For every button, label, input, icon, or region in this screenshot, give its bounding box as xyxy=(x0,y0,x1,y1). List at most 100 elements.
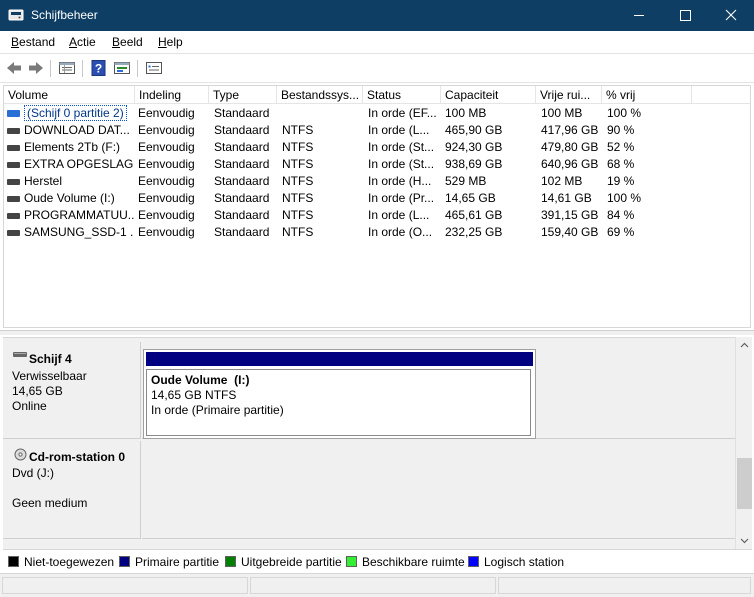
column-header-status[interactable]: Status xyxy=(363,86,441,104)
removable-disk-icon xyxy=(13,352,27,357)
title-bar: Schijfbeheer xyxy=(0,0,754,31)
details-view-icon[interactable] xyxy=(58,59,76,77)
legend-swatch xyxy=(225,556,236,567)
selected-volume-label: (Schijf 0 partitie 2) xyxy=(24,105,127,121)
cell-volume: Elements 2Tb (F:) xyxy=(24,140,121,154)
volume-list: Volume Indeling Type Bestandssys... Stat… xyxy=(3,85,751,328)
menu-bar: Bestand Actie Beeld Help xyxy=(0,31,754,53)
disk-view-scrollbar[interactable] xyxy=(735,337,752,549)
cell-indeling: Eenvoudig xyxy=(138,191,195,205)
table-row[interactable]: Elements 2Tb (F:) Eenvoudig Standaard NTFS I… xyxy=(4,139,750,156)
menu-bestand[interactable]: Bestand xyxy=(11,35,55,49)
partition-status: In orde (Primaire partitie) xyxy=(151,403,284,417)
table-header: Volume Indeling Type Bestandssys... Stat… xyxy=(4,86,750,104)
toolbar-separator xyxy=(50,60,51,77)
cell-capaciteit: 938,69 GB xyxy=(445,157,503,171)
cell-capaciteit: 14,65 GB xyxy=(445,191,496,205)
scroll-down-icon[interactable] xyxy=(736,533,753,549)
menu-help[interactable]: Help xyxy=(158,35,183,49)
table-row[interactable]: PROGRAMMATUU... Eenvoudig Standaard NTFS In … xyxy=(4,207,750,224)
status-segment xyxy=(250,577,496,594)
table-row[interactable]: EXTRA OPGESLAG... Eenvoudig Standaard NTFS I… xyxy=(4,156,750,173)
menu-beeld[interactable]: Beeld xyxy=(112,35,143,49)
pane-splitter[interactable] xyxy=(0,330,754,335)
volume-icon xyxy=(7,128,20,134)
minimize-button[interactable] xyxy=(616,0,662,31)
volume-icon xyxy=(7,179,20,185)
cell-type: Standaard xyxy=(214,208,270,222)
disk-state: Geen medium xyxy=(12,496,88,510)
menu-actie[interactable]: Actie xyxy=(69,35,96,49)
status-segment xyxy=(498,577,751,594)
back-icon[interactable] xyxy=(5,59,23,77)
cell-volume: PROGRAMMATUU... xyxy=(24,208,134,222)
cell-status: In orde (O... xyxy=(368,225,433,239)
cell-filesystem: NTFS xyxy=(282,157,314,171)
cell-type: Standaard xyxy=(214,157,270,171)
window-title: Schijfbeheer xyxy=(31,8,98,22)
graphical-view-icon[interactable] xyxy=(113,59,131,77)
cell-type: Standaard xyxy=(214,191,270,205)
disk-type: Verwisselbaar xyxy=(12,369,87,383)
toolbar-separator xyxy=(137,60,138,77)
disk-name: Schijf 4 xyxy=(29,352,72,366)
cell-vrije-ruimte: 479,80 GB xyxy=(541,140,599,154)
volume-icon xyxy=(7,162,20,168)
cell-indeling: Eenvoudig xyxy=(138,174,195,188)
table-row[interactable]: (Schijf 0 partitie 2) Eenvoudig Standaard I… xyxy=(4,105,750,122)
column-header-vrije-ruimte[interactable]: Vrije rui... xyxy=(536,86,602,104)
close-button[interactable] xyxy=(708,0,754,31)
column-header-bestandssysteem[interactable]: Bestandssys... xyxy=(277,86,363,104)
column-header-pct-vrij[interactable]: % vrij xyxy=(602,86,692,104)
cell-pct-vrij: 19 % xyxy=(607,174,635,188)
partition-size: 14,65 GB NTFS xyxy=(151,388,237,402)
legend-label: Logisch station xyxy=(484,555,565,569)
cell-pct-vrij: 90 % xyxy=(607,123,635,137)
cell-pct-vrij: 100 % xyxy=(607,106,642,120)
maximize-button[interactable] xyxy=(662,0,708,31)
scroll-up-icon[interactable] xyxy=(736,337,753,353)
column-header-volume[interactable]: Volume xyxy=(4,86,135,104)
column-header-capaciteit[interactable]: Capaciteit xyxy=(441,86,536,104)
forward-icon[interactable] xyxy=(27,59,45,77)
legend-swatch xyxy=(8,556,19,567)
disk-type: Dvd (J:) xyxy=(12,466,54,480)
disk-partitions-cdrom-0 xyxy=(142,441,735,539)
table-row[interactable]: DOWNLOAD DAT... Eenvoudig Standaard NTFS In … xyxy=(4,122,750,139)
legend-label: Primaire partitie xyxy=(135,555,220,569)
properties-icon[interactable] xyxy=(145,59,163,77)
cell-status: In orde (Pr... xyxy=(368,191,435,205)
cell-filesystem: NTFS xyxy=(282,140,314,154)
disk-label-schijf-4[interactable]: Schijf 4 Verwisselbaar 14,65 GB Online xyxy=(3,342,141,439)
table-row[interactable]: Oude Volume (I:) Eenvoudig Standaard NTFS In… xyxy=(4,190,750,207)
close-icon xyxy=(725,9,737,21)
cell-status: In orde (EF... xyxy=(368,106,437,120)
legend: Niet-toegewezen Primaire partitie Uitgeb… xyxy=(3,549,752,573)
cell-vrije-ruimte: 14,61 GB xyxy=(541,191,592,205)
legend-swatch xyxy=(468,556,479,567)
column-header-type[interactable]: Type xyxy=(209,86,277,104)
cell-capaciteit: 529 MB xyxy=(445,174,487,188)
partition-block[interactable]: Oude Volume (I:) 14,65 GB NTFS In orde (… xyxy=(143,349,536,439)
legend-label: Uitgebreide partitie xyxy=(241,555,342,569)
cell-capaciteit: 924,30 GB xyxy=(445,140,503,154)
disk-management-icon xyxy=(8,9,24,21)
cell-indeling: Eenvoudig xyxy=(138,225,195,239)
cell-pct-vrij: 69 % xyxy=(607,225,635,239)
cell-vrije-ruimte: 102 MB xyxy=(541,174,583,188)
svg-text:?: ? xyxy=(95,62,102,76)
table-row[interactable]: SAMSUNG_SSD-1 ... Eenvoudig Standaard NTFS I… xyxy=(4,224,750,241)
column-header-indeling[interactable]: Indeling xyxy=(135,86,209,104)
cell-volume: Oude Volume (I:) xyxy=(24,191,115,205)
toolbar: ? xyxy=(0,53,754,83)
table-row[interactable]: Herstel Eenvoudig Standaard NTFS In orde (H.… xyxy=(4,173,750,190)
help-icon[interactable]: ? xyxy=(90,59,108,77)
cell-pct-vrij: 100 % xyxy=(607,191,642,205)
scroll-thumb[interactable] xyxy=(737,458,752,509)
disk-label-cdrom-0[interactable]: Cd-rom-station 0 Dvd (J:) Geen medium xyxy=(3,441,141,539)
legend-label: Beschikbare ruimte xyxy=(362,555,465,569)
cell-indeling: Eenvoudig xyxy=(138,140,195,154)
cell-filesystem: NTFS xyxy=(282,174,314,188)
cell-indeling: Eenvoudig xyxy=(138,208,195,222)
cell-vrije-ruimte: 640,96 GB xyxy=(541,157,599,171)
